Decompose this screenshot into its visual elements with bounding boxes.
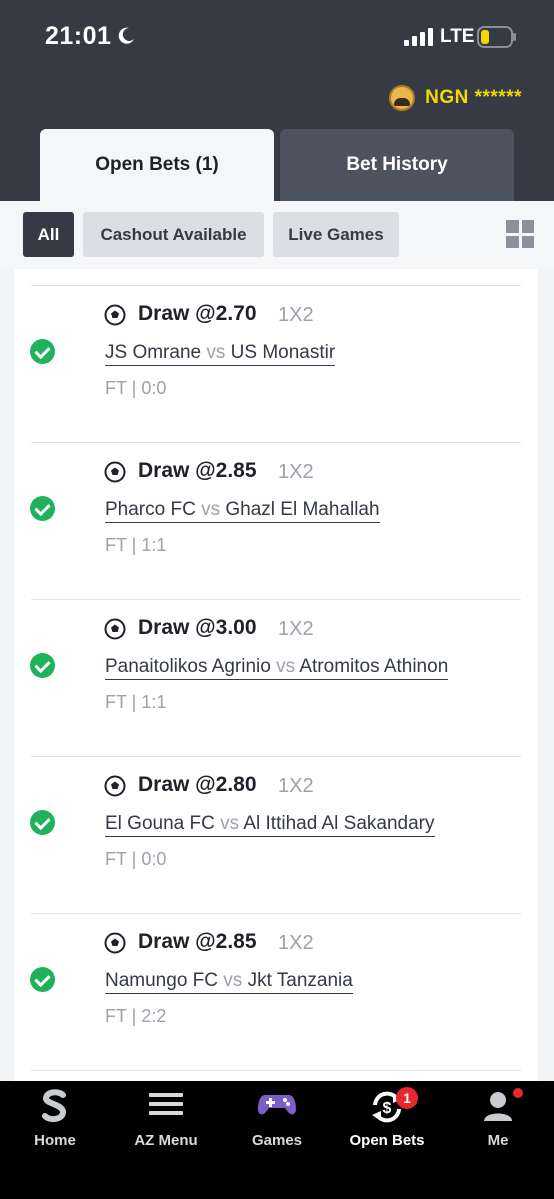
grid-view-icon[interactable] bbox=[506, 220, 534, 248]
filter-bar: All Cashout Available Live Games bbox=[0, 201, 554, 269]
check-circle-icon bbox=[30, 653, 55, 678]
match-result: FT | 0:0 bbox=[105, 849, 167, 869]
match-result: FT | 1:1 bbox=[105, 535, 167, 555]
match-link[interactable]: Pharco FC vs Ghazl El Mahallah bbox=[105, 498, 380, 523]
nav-me-label: Me bbox=[487, 1132, 509, 1149]
header: NGN ****** Open Bets (1) Bet History bbox=[0, 75, 554, 201]
filter-live-games-chip[interactable]: Live Games bbox=[273, 212, 399, 257]
match-result: FT | 2:2 bbox=[105, 1006, 167, 1026]
notification-dot bbox=[513, 1088, 523, 1098]
nav-az-menu-label: AZ Menu bbox=[134, 1132, 198, 1149]
list-item bbox=[14, 1070, 538, 1081]
home-team: Pharco FC bbox=[105, 499, 196, 520]
divider bbox=[31, 913, 521, 914]
divider bbox=[31, 756, 521, 757]
selection-label: Draw @3.00 bbox=[138, 616, 257, 639]
divider bbox=[31, 442, 521, 443]
match-result: FT | 0:0 bbox=[105, 378, 167, 398]
check-circle-icon bbox=[30, 810, 55, 835]
bet-list: Draw @2.70 1X2 JS Omrane vs US Monastir … bbox=[14, 269, 538, 1081]
away-team: Atromitos Athinon bbox=[299, 656, 449, 677]
market-label: 1X2 bbox=[278, 618, 314, 640]
nav-games-label: Games bbox=[251, 1132, 303, 1149]
list-item[interactable]: Draw @3.00 1X2 Panaitolikos Agrinio vs A… bbox=[14, 599, 538, 756]
match-link[interactable]: Namungo FC vs Jkt Tanzania bbox=[105, 969, 353, 994]
market-label: 1X2 bbox=[278, 304, 314, 326]
tab-open-bets[interactable]: Open Bets (1) bbox=[40, 129, 274, 201]
hamburger-menu-icon bbox=[149, 1093, 183, 1115]
clock: 21:01 bbox=[45, 22, 112, 50]
match-link[interactable]: Panaitolikos Agrinio vs Atromitos Athino… bbox=[105, 655, 449, 680]
list-item[interactable]: Draw @2.85 1X2 Namungo FC vs Jkt Tanzani… bbox=[14, 913, 538, 1070]
away-team: US Monastir bbox=[230, 342, 336, 363]
soccer-ball-icon bbox=[104, 932, 126, 954]
home-team: Namungo FC bbox=[105, 970, 218, 991]
balance-display[interactable]: NGN ****** bbox=[389, 85, 522, 111]
home-team: JS Omrane bbox=[105, 342, 202, 363]
tab-bet-history[interactable]: Bet History bbox=[280, 129, 514, 201]
nav-open-bets[interactable]: $ 1 Open Bets bbox=[332, 1081, 442, 1161]
selection-label: Draw @2.85 bbox=[138, 459, 257, 482]
match-result: FT | 1:1 bbox=[105, 692, 167, 712]
soccer-ball-icon bbox=[104, 461, 126, 483]
away-team: Al Ittihad Al Sakandary bbox=[243, 813, 435, 834]
away-team: Jkt Tanzania bbox=[247, 970, 353, 991]
vs-label: vs bbox=[201, 342, 231, 363]
divider bbox=[31, 599, 521, 600]
market-label: 1X2 bbox=[278, 932, 314, 954]
nav-me[interactable]: Me bbox=[443, 1081, 553, 1161]
battery-icon bbox=[477, 26, 516, 48]
status-bar: 21:01 LTE bbox=[0, 0, 554, 75]
home-team: El Gouna FC bbox=[105, 813, 215, 834]
vs-label: vs bbox=[270, 656, 300, 677]
nav-home-label: Home bbox=[34, 1132, 76, 1149]
soccer-ball-icon bbox=[104, 775, 126, 797]
filter-cashout-chip[interactable]: Cashout Available bbox=[83, 212, 264, 257]
signal-icon bbox=[404, 28, 433, 46]
list-item[interactable]: Draw @2.80 1X2 El Gouna FC vs Al Ittihad… bbox=[14, 756, 538, 913]
selection-label: Draw @2.80 bbox=[138, 773, 257, 796]
divider bbox=[31, 285, 521, 286]
avatar bbox=[389, 85, 416, 111]
vs-label: vs bbox=[195, 499, 226, 520]
selection-label: Draw @2.70 bbox=[138, 302, 257, 325]
user-icon bbox=[484, 1092, 512, 1121]
list-item[interactable]: Draw @2.70 1X2 JS Omrane vs US Monastir … bbox=[14, 285, 538, 442]
divider bbox=[31, 1070, 521, 1071]
moon-icon bbox=[118, 27, 134, 44]
svg-text:$: $ bbox=[383, 1100, 392, 1117]
balance-text: NGN ****** bbox=[425, 87, 522, 108]
nav-az-menu[interactable]: AZ Menu bbox=[111, 1081, 221, 1161]
bottom-nav: Home AZ Menu Games $ 1 Open Bets Me bbox=[0, 1081, 554, 1199]
soccer-ball-icon bbox=[104, 618, 126, 640]
market-label: 1X2 bbox=[278, 461, 314, 483]
list-item[interactable]: Draw @2.85 1X2 Pharco FC vs Ghazl El Mah… bbox=[14, 442, 538, 599]
open-bets-badge: 1 bbox=[396, 1087, 418, 1109]
network-type: LTE bbox=[440, 26, 475, 47]
check-circle-icon bbox=[30, 496, 55, 521]
filter-all-chip[interactable]: All bbox=[23, 212, 74, 257]
gamepad-icon bbox=[258, 1095, 296, 1115]
check-circle-icon bbox=[30, 339, 55, 364]
match-link[interactable]: JS Omrane vs US Monastir bbox=[105, 341, 336, 366]
away-team: Ghazl El Mahallah bbox=[225, 499, 380, 520]
vs-label: vs bbox=[214, 813, 244, 834]
soccer-ball-icon bbox=[104, 304, 126, 326]
nav-games[interactable]: Games bbox=[222, 1081, 332, 1161]
selection-label: Draw @2.85 bbox=[138, 930, 257, 953]
check-circle-icon bbox=[30, 967, 55, 992]
home-team: Panaitolikos Agrinio bbox=[105, 656, 271, 677]
market-label: 1X2 bbox=[278, 775, 314, 797]
match-link[interactable]: El Gouna FC vs Al Ittihad Al Sakandary bbox=[105, 812, 435, 837]
sportybet-logo-icon bbox=[42, 1089, 67, 1123]
vs-label: vs bbox=[218, 970, 248, 991]
nav-home[interactable]: Home bbox=[0, 1081, 110, 1161]
nav-open-bets-label: Open Bets bbox=[349, 1132, 425, 1149]
